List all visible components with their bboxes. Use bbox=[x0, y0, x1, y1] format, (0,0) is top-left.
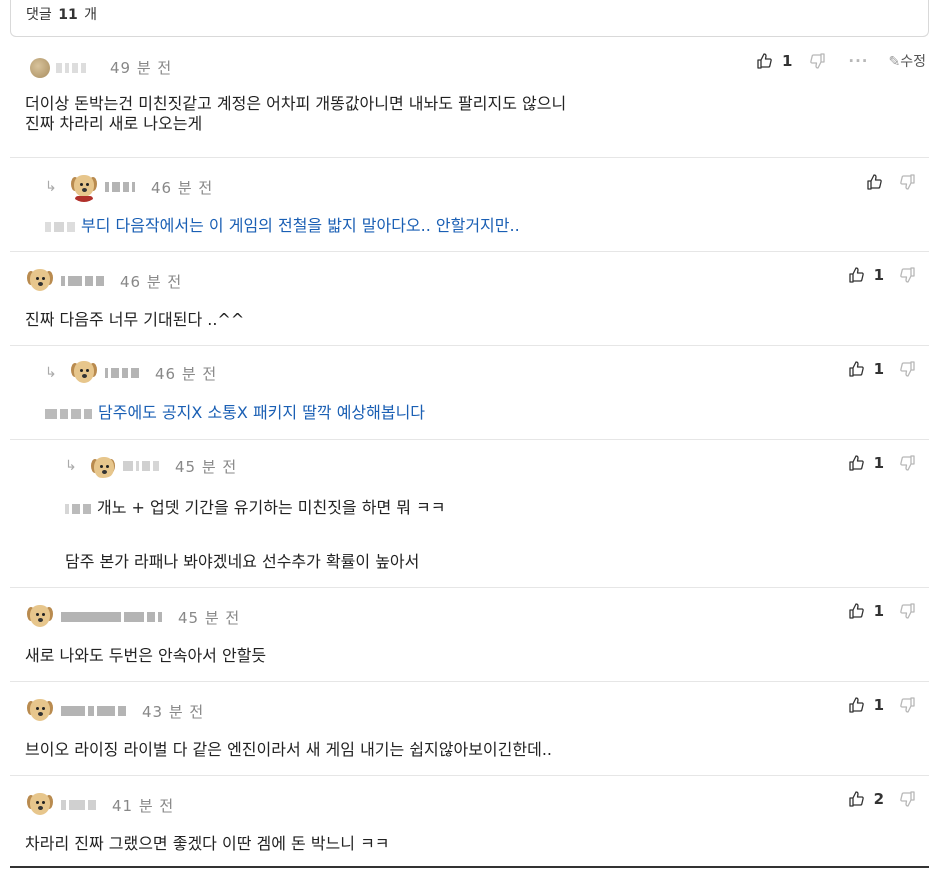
nickname-blurred[interactable] bbox=[123, 459, 159, 473]
nickname-blurred[interactable] bbox=[56, 61, 86, 75]
comment-text: 새로 나와도 두번은 안속아서 안할듯 bbox=[25, 646, 267, 665]
comment-time: 46 분 전 bbox=[155, 364, 218, 383]
bottom-divider bbox=[10, 866, 929, 868]
comment-time: 49 분 전 bbox=[110, 59, 173, 77]
thumbs-down-icon[interactable] bbox=[810, 53, 826, 69]
avatar[interactable] bbox=[25, 790, 55, 820]
comment-item: 49 분 전 더이상 돈박는건 미친짓같고 계정은 어차피 개똥값아니면 내놔도… bbox=[10, 38, 929, 158]
like-count: 1 bbox=[781, 52, 793, 70]
thumbs-down-icon[interactable] bbox=[900, 603, 916, 619]
like-count: 1 bbox=[873, 602, 884, 620]
thumbs-up-icon[interactable] bbox=[866, 174, 882, 190]
thumbs-down-icon[interactable] bbox=[900, 267, 916, 283]
comment-text: 담주에도 공지X 소통X 패키지 딸깍 예상해봅니다 bbox=[45, 403, 425, 423]
nickname-blurred[interactable] bbox=[61, 274, 104, 288]
comment-text: 개노 + 업뎃 기간을 유기하는 미친짓을 하면 뭐 ㅋㅋ bbox=[65, 498, 446, 518]
avatar[interactable] bbox=[30, 57, 50, 78]
nickname-blurred[interactable] bbox=[61, 610, 162, 624]
thumbs-down-icon[interactable] bbox=[900, 174, 916, 190]
comment-count-label: 댓글 11 개 bbox=[26, 4, 97, 24]
edit-button[interactable]: ✎수정 bbox=[889, 51, 927, 71]
nickname-blurred[interactable] bbox=[61, 798, 96, 812]
thumbs-up-icon[interactable] bbox=[848, 361, 864, 377]
comment-item: 45 분 전 새로 나와도 두번은 안속아서 안할듯 1 bbox=[10, 588, 929, 682]
mention-blurred[interactable] bbox=[65, 503, 91, 514]
comment-time: 46 분 전 bbox=[120, 272, 183, 291]
reply-item: ↳ 46 분 전 부디 다음작에서는 이 게임의 전철을 밟지 말아다오.. 안… bbox=[10, 158, 929, 252]
thumbs-up-icon[interactable] bbox=[756, 53, 772, 69]
like-count: 2 bbox=[873, 790, 884, 808]
avatar[interactable] bbox=[25, 266, 55, 296]
comment-text: 진짜 다음주 너무 기대된다 ..^^ bbox=[25, 310, 245, 329]
comment-item: 41 분 전 차라리 진짜 그랬으면 좋겠다 이딴 겜에 돈 박느니 ㅋㅋ 2 bbox=[10, 776, 929, 866]
comment-count: 11 bbox=[58, 7, 78, 23]
comment-item: 46 분 전 진짜 다음주 너무 기대된다 ..^^ 1 bbox=[10, 252, 929, 346]
avatar[interactable] bbox=[89, 454, 117, 478]
thumbs-up-icon[interactable] bbox=[848, 603, 864, 619]
avatar[interactable] bbox=[25, 602, 55, 632]
nickname-blurred[interactable] bbox=[61, 704, 126, 718]
avatar[interactable] bbox=[69, 172, 99, 202]
comment-text: 브이오 라이징 라이벌 다 같은 엔진이라서 새 게임 내기는 쉽지않아보이긴한… bbox=[25, 740, 552, 759]
thumbs-down-icon[interactable] bbox=[900, 697, 916, 713]
avatar[interactable] bbox=[69, 358, 99, 388]
nickname-blurred[interactable] bbox=[105, 366, 139, 380]
comment-text: 더이상 돈박는건 미친짓같고 계정은 어차피 개똥값아니면 내놔도 팔리지도 않… bbox=[25, 94, 567, 133]
comment-text: 부디 다음작에서는 이 게임의 전철을 밟지 말아다오.. 안할거지만.. bbox=[45, 216, 520, 236]
reply-item: ↳ 46 분 전 담주에도 공지X 소통X 패키지 딸깍 예상해봅니다 1 bbox=[10, 346, 929, 440]
thumbs-up-icon[interactable] bbox=[848, 697, 864, 713]
reply-item: ↳ 45 분 전 개노 + 업뎃 기간을 유기하는 미친짓을 하면 뭐 ㅋㅋ 담… bbox=[10, 440, 929, 588]
comment-text: 차라리 진짜 그랬으면 좋겠다 이딴 겜에 돈 박느니 ㅋㅋ bbox=[25, 834, 390, 853]
thumbs-down-icon[interactable] bbox=[900, 791, 916, 807]
thumbs-down-icon[interactable] bbox=[900, 455, 916, 471]
mention-blurred[interactable] bbox=[45, 221, 75, 232]
comments-header: 댓글 11 개 bbox=[10, 0, 929, 37]
avatar[interactable] bbox=[25, 696, 55, 726]
nickname-blurred[interactable] bbox=[105, 180, 135, 194]
comment-time: 46 분 전 bbox=[151, 178, 214, 197]
comments-prefix: 댓글 bbox=[26, 7, 52, 23]
more-dots-icon[interactable]: ··· bbox=[848, 52, 868, 70]
comment-time: 41 분 전 bbox=[112, 796, 175, 815]
comment-time: 45 분 전 bbox=[178, 608, 241, 627]
thumbs-up-icon[interactable] bbox=[848, 791, 864, 807]
thumbs-down-icon[interactable] bbox=[900, 361, 916, 377]
comment-time: 43 분 전 bbox=[142, 702, 205, 721]
thumbs-up-icon[interactable] bbox=[848, 455, 864, 471]
comment-time: 45 분 전 bbox=[175, 457, 238, 476]
pencil-icon: ✎ bbox=[888, 54, 901, 70]
mention-blurred[interactable] bbox=[45, 408, 92, 419]
comments-suffix: 개 bbox=[84, 7, 98, 23]
reply-arrow-icon: ↳ bbox=[45, 179, 57, 195]
reply-arrow-icon: ↳ bbox=[65, 458, 77, 474]
like-count: 1 bbox=[873, 360, 884, 378]
thumbs-up-icon[interactable] bbox=[848, 267, 864, 283]
comment-text-line2: 담주 본가 라패나 봐야겠네요 선수추가 확률이 높아서 bbox=[65, 552, 420, 571]
like-count: 1 bbox=[873, 266, 884, 284]
comment-item: 43 분 전 브이오 라이징 라이벌 다 같은 엔진이라서 새 게임 내기는 쉽… bbox=[10, 682, 929, 776]
like-count: 1 bbox=[873, 454, 884, 472]
like-count: 1 bbox=[873, 696, 884, 714]
reply-arrow-icon: ↳ bbox=[45, 365, 57, 381]
